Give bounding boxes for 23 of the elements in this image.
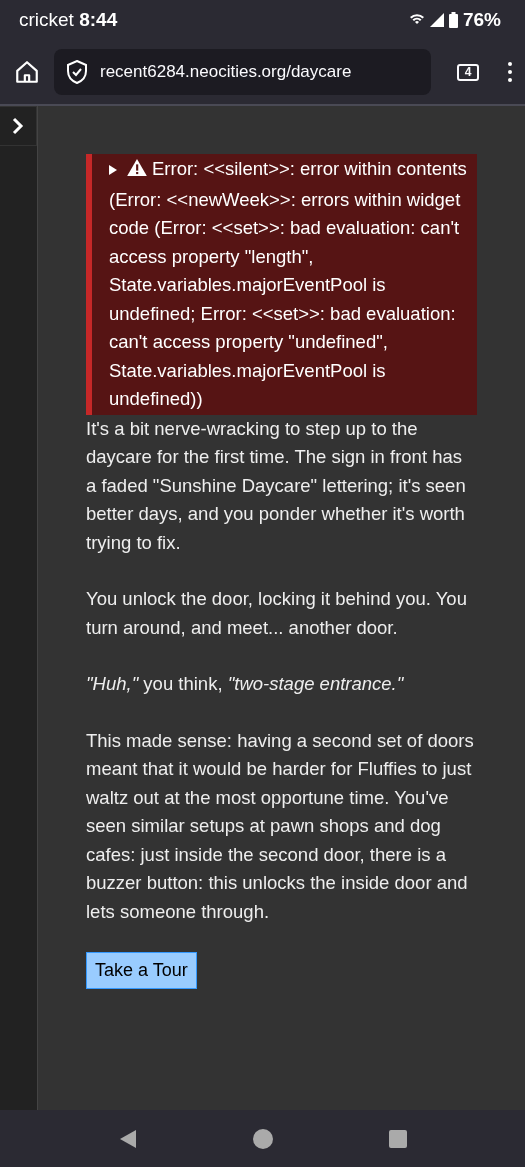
take-tour-link[interactable]: Take a Tour <box>86 952 197 989</box>
battery-percent: 76% <box>462 9 501 31</box>
battery-icon <box>448 12 458 28</box>
carrier-name: cricket <box>19 9 74 30</box>
story-paragraph: This made sense: having a second set of doors meant that it would be harder for Fluffies to just waltz out at the most opportune time. You've seen similar setups at pawn shops and dog cafes: just inside the second door, there is a buzzer button: this unlocks the inside door and lets someone through. <box>86 728 475 924</box>
story-paragraph: It's a bit nerve-wracking to step up to the daycare for the first time. The sign in front has a faded "Sunshine Daycare" lettering; it's seen better days, and you ponder whether it's worth trying to fix. <box>86 416 467 555</box>
story-paragraph: You unlock the door, locking it behind you. You turn around, and meet... another door. <box>86 587 468 640</box>
sidebar-toggle[interactable] <box>0 106 37 146</box>
signal-icon <box>429 13 444 27</box>
error-message[interactable]: Error: <<silent>>: error within contents (Error: <<newWeek>>: errors within widget code (Error: <<set>>: bad evaluation: can't access property "length", State.variables.majorEventPool is undefined; Error: <<set>>: bad evaluation: can't access property "undefined", State.variables.majorEventPool is undefined)) <box>86 154 477 415</box>
shield-icon <box>66 60 88 84</box>
disclosure-icon <box>109 165 117 175</box>
url-text: recent6284.neocities.org/daycare <box>100 62 352 82</box>
clock-time: 8:44 <box>79 9 118 30</box>
home-button-icon[interactable] <box>253 1128 274 1149</box>
warning-icon <box>127 159 147 176</box>
tab-counter[interactable]: 4 <box>457 63 479 81</box>
menu-icon[interactable] <box>507 61 513 83</box>
story-paragraph: "Huh," you think, "two-stage entrance." <box>86 672 405 696</box>
chevron-right-icon <box>11 117 25 135</box>
home-icon[interactable] <box>14 59 40 85</box>
recents-icon[interactable] <box>389 1129 408 1148</box>
address-bar[interactable]: recent6284.neocities.org/daycare <box>54 49 431 95</box>
